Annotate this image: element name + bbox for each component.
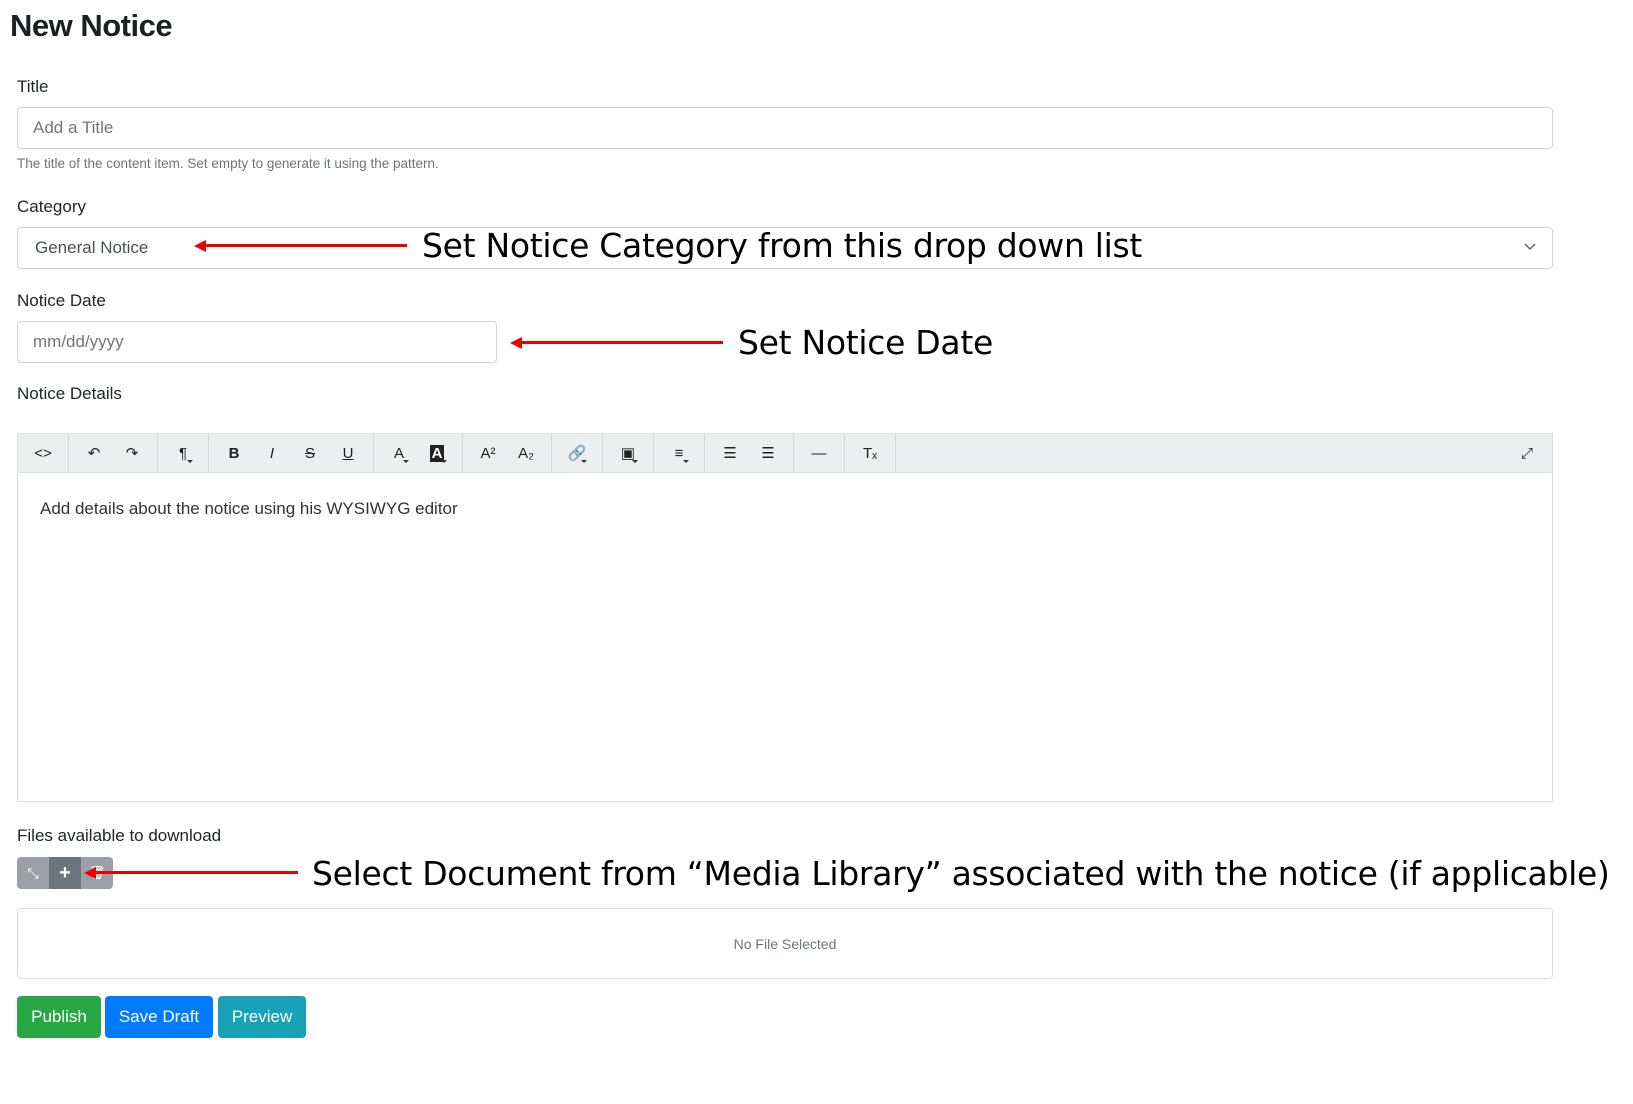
- editor-content-area[interactable]: Add details about the notice using his W…: [17, 472, 1553, 802]
- redo-icon: ↷: [125, 445, 139, 462]
- subscript-icon: A₂: [518, 444, 534, 462]
- unordered-list-button[interactable]: ☰: [711, 434, 749, 472]
- paragraph-style-button[interactable]: ¶: [164, 434, 202, 472]
- chevron-down-icon: [1524, 243, 1536, 250]
- toolbar-group: ▣: [603, 434, 654, 472]
- files-label: Files available to download: [17, 826, 222, 845]
- editor-text: Add details about the notice using his W…: [40, 499, 458, 518]
- annotation-arrow-category: [204, 244, 407, 247]
- underline-icon: U: [342, 444, 354, 462]
- toolbar-group: 🔗: [552, 434, 603, 472]
- italic-icon: I: [269, 444, 275, 462]
- toolbar-group: ☰ ☰: [705, 434, 794, 472]
- toolbar-group: AA: [374, 434, 463, 472]
- no-file-text: No File Selected: [733, 935, 837, 952]
- preview-button[interactable]: Preview: [218, 996, 306, 1038]
- unordered-list-icon: ☰: [723, 445, 737, 462]
- collapse-icon: ⤡: [27, 864, 39, 881]
- toolbar-group: ¶: [158, 434, 209, 472]
- save-draft-button[interactable]: Save Draft: [105, 996, 213, 1038]
- category-label: Category: [17, 197, 86, 216]
- background-color-icon: A: [429, 444, 445, 462]
- toolbar-group: ↶ ↷: [69, 434, 158, 472]
- fullscreen-button[interactable]: ⤢: [1508, 434, 1546, 472]
- background-color-button[interactable]: A: [418, 434, 456, 472]
- image-button[interactable]: ▣: [609, 434, 647, 472]
- editor-toolbar: <> ↶ ↷ ¶ B I S U A A A² A₂ 🔗 ▣ ≡ ☰ ☰ — Tₓ ⤢: [17, 433, 1553, 473]
- code-view-icon: <>: [34, 444, 52, 462]
- text-color-button[interactable]: A: [380, 434, 418, 472]
- paragraph-style-icon: ¶: [178, 444, 188, 462]
- notice-date-label: Notice Date: [17, 291, 106, 310]
- toolbar-group: A² A₂: [463, 434, 552, 472]
- page-title: New Notice: [10, 8, 173, 43]
- undo-icon: ↶: [87, 445, 101, 462]
- collapse-button[interactable]: ⤡: [17, 857, 49, 889]
- bold-icon: B: [228, 444, 240, 462]
- publish-button[interactable]: Publish: [17, 996, 101, 1038]
- notice-details-label: Notice Details: [17, 384, 122, 403]
- notice-date-input[interactable]: [17, 321, 497, 363]
- strikethrough-icon: S: [304, 444, 315, 462]
- strikethrough-button[interactable]: S: [291, 434, 329, 472]
- file-list-box: No File Selected: [17, 908, 1553, 979]
- clear-format-button[interactable]: Tₓ: [851, 434, 889, 472]
- annotation-date: Set Notice Date: [738, 323, 993, 362]
- italic-button[interactable]: I: [253, 434, 291, 472]
- horizontal-rule-icon: —: [811, 444, 827, 462]
- code-view-button[interactable]: <>: [24, 434, 62, 472]
- annotation-arrow-date: [520, 341, 723, 344]
- title-input[interactable]: [17, 107, 1553, 149]
- superscript-icon: A²: [480, 444, 496, 462]
- title-label: Title: [17, 77, 49, 96]
- title-help-text: The title of the content item. Set empty…: [17, 156, 439, 171]
- caret-icon: [581, 460, 587, 463]
- caret-icon: [632, 460, 638, 463]
- caret-icon: [683, 460, 689, 463]
- toolbar-group: BISU: [209, 434, 374, 472]
- annotation-arrow-files: [94, 871, 298, 874]
- bold-button[interactable]: B: [215, 434, 253, 472]
- caret-icon: [187, 460, 193, 463]
- undo-button[interactable]: ↶: [75, 434, 113, 472]
- annotation-files: Select Document from “Media Library” ass…: [312, 854, 1610, 893]
- clear-format-icon: Tₓ: [862, 444, 878, 462]
- redo-button[interactable]: ↷: [113, 434, 151, 472]
- link-button[interactable]: 🔗: [558, 434, 596, 472]
- align-icon: ≡: [674, 444, 684, 462]
- horizontal-rule-button[interactable]: —: [800, 434, 838, 472]
- underline-button[interactable]: U: [329, 434, 367, 472]
- caret-icon: [441, 460, 447, 463]
- plus-icon: +: [59, 861, 71, 884]
- toolbar-group: <>: [18, 434, 69, 472]
- text-color-icon: A: [393, 444, 404, 462]
- toolbar-group: Tₓ: [845, 434, 896, 472]
- fullscreen-icon: ⤢: [1520, 444, 1533, 462]
- ordered-list-icon: ☰: [761, 445, 775, 462]
- add-file-button[interactable]: +: [49, 857, 81, 889]
- align-button[interactable]: ≡: [660, 434, 698, 472]
- annotation-category: Set Notice Category from this drop down …: [422, 226, 1143, 265]
- superscript-button[interactable]: A²: [469, 434, 507, 472]
- ordered-list-button[interactable]: ☰: [749, 434, 787, 472]
- category-selected-value: General Notice: [35, 238, 149, 257]
- toolbar-group: —: [794, 434, 845, 472]
- toolbar-group: ≡: [654, 434, 705, 472]
- subscript-button[interactable]: A₂: [507, 434, 545, 472]
- caret-icon: [403, 460, 409, 463]
